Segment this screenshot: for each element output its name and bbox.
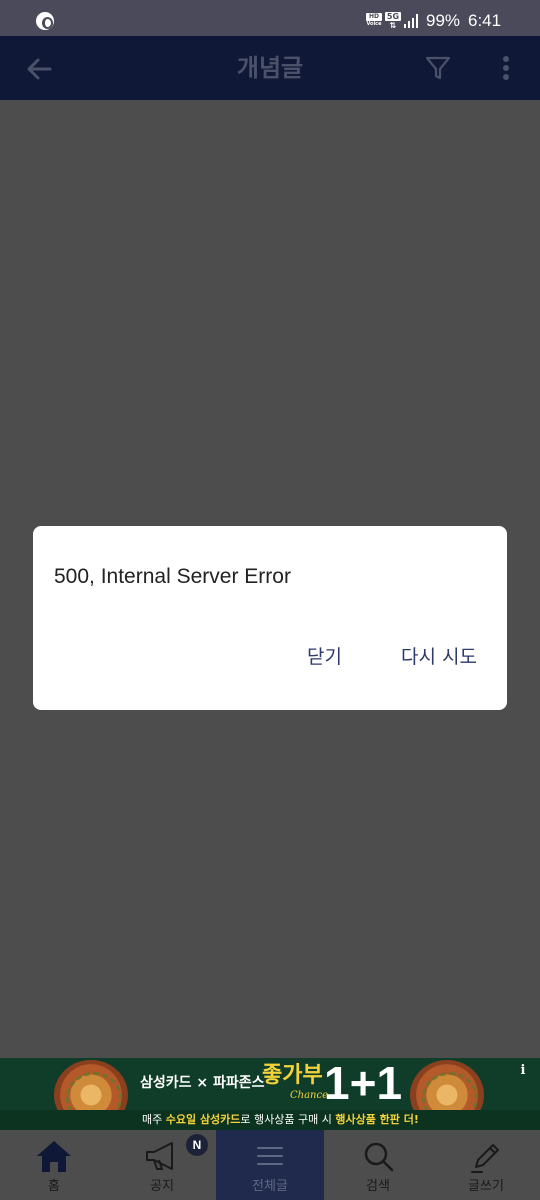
error-message: 500, Internal Server Error — [54, 565, 291, 588]
ad-banner[interactable]: 삼성카드 × 파파존스 좋가부 Chance 1+1 매주 수요일 삼성카드로 … — [0, 1058, 540, 1130]
nav-item-home[interactable]: 홈 — [0, 1130, 108, 1200]
error-dialog: 500, Internal Server Error 닫기 다시 시도 — [33, 526, 507, 710]
nav-label-all-posts: 전체글 — [252, 1179, 288, 1194]
network-label: 5G — [385, 12, 401, 21]
nav-label-search: 검색 — [366, 1179, 390, 1194]
voice-label: Voice — [366, 21, 382, 27]
clock-text: 6:41 — [468, 11, 502, 30]
hd-label: HD — [366, 13, 382, 21]
more-vertical-icon[interactable] — [494, 54, 518, 82]
hd-voice-icon: HD Voice — [366, 13, 382, 29]
pencil-icon — [466, 1136, 506, 1176]
nav-label-write: 글쓰기 — [468, 1179, 504, 1194]
ad-subline: 매주 수요일 삼성카드로 행사상품 구매 시 행사상품 한판 더! — [142, 1112, 419, 1128]
arrow-left-icon[interactable] — [24, 54, 54, 84]
nav-item-all-posts[interactable]: 전체글 — [216, 1130, 324, 1200]
menu-icon — [250, 1136, 290, 1176]
status-bar: HD Voice 5G ⇅ 99% 6:41 — [0, 0, 540, 36]
ad-big-text: 1+1 — [324, 1058, 403, 1109]
ad-chance-text: 좋가부 — [262, 1062, 323, 1088]
ad-headline: 삼성카드 × 파파존스 — [140, 1075, 265, 1091]
nav-item-notice[interactable]: N 공지 — [108, 1130, 216, 1200]
nav-item-write[interactable]: 글쓰기 — [432, 1130, 540, 1200]
app-header: 개념글 — [0, 36, 540, 100]
notice-badge: N — [186, 1134, 208, 1156]
ad-subline-pre: 매주 — [142, 1113, 166, 1126]
page-title: 개념글 — [236, 54, 304, 82]
ad-subline-mid: 로 행사상품 구매 시 — [240, 1113, 336, 1126]
nav-label-notice: 공지 — [150, 1179, 174, 1194]
nav-label-home: 홈 — [48, 1179, 60, 1194]
signal-icon — [404, 14, 419, 28]
battery-text: 99% — [426, 11, 461, 30]
megaphone-icon — [142, 1136, 182, 1176]
ad-chance-sub: Chance — [290, 1090, 329, 1101]
ad-subline-day: 수요일 삼성카드 — [165, 1113, 241, 1126]
bixby-icon — [36, 12, 54, 30]
ad-subline-end: 행사상품 한판 더! — [335, 1113, 419, 1126]
home-icon — [34, 1136, 74, 1176]
ad-info-icon[interactable]: i — [516, 1062, 530, 1080]
filter-icon[interactable] — [424, 54, 452, 82]
search-icon — [358, 1136, 398, 1176]
bottom-nav: 홈 N 공지 전체글 검색 글쓰기 — [0, 1130, 540, 1200]
5g-icon: 5G ⇅ — [385, 12, 401, 30]
nav-item-search[interactable]: 검색 — [324, 1130, 432, 1200]
retry-button[interactable]: 다시 시도 — [401, 644, 477, 670]
close-button[interactable]: 닫기 — [307, 644, 342, 670]
